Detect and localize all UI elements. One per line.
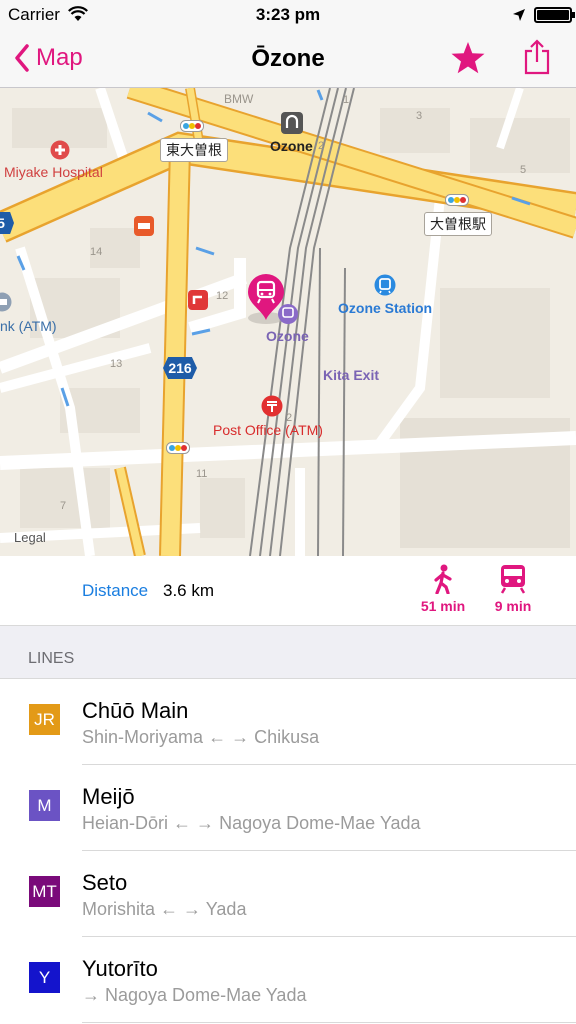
walking-person-icon [434, 564, 452, 594]
clock: 3:23 pm [255, 5, 321, 24]
traffic-light-icon [180, 120, 204, 132]
location-arrow-icon [512, 7, 526, 27]
line-name: Meijō [82, 784, 135, 809]
ozone-station-label: Ozone Station [338, 300, 433, 316]
block-number: 1 [343, 94, 350, 106]
ozone-station-pin-label: Ozone [266, 328, 309, 344]
direction-arrows: ← → [173, 813, 215, 833]
post-office-icon [261, 395, 283, 417]
distance-label: Distance [82, 581, 149, 600]
direction-arrows: → [82, 985, 100, 1005]
line-name: Seto [82, 870, 128, 895]
battery-icon [534, 7, 575, 23]
block-number: 5 [520, 164, 527, 176]
navigation-bar: Map Ōzone [0, 30, 576, 88]
legal-link[interactable]: Legal [14, 530, 46, 545]
status-bar: Carrier 3:23 pm [0, 0, 576, 30]
line-item-meijo[interactable]: M Meijō Heian-Dōri ← → Nagoya Dome-Mae Y… [0, 765, 576, 851]
train-station-icon [374, 274, 396, 296]
subway-entrance-icon [281, 112, 303, 134]
share-icon [524, 39, 550, 75]
atm-icon [0, 292, 12, 312]
block-number: 11 [196, 468, 208, 480]
travel-info-row: Distance 3.6 km 51 min 9 min [0, 556, 576, 626]
line-badge: M [29, 790, 60, 821]
block-number: 12 [216, 290, 229, 302]
walk-time: 51 min [420, 598, 466, 614]
back-label: Map [36, 44, 83, 71]
direction-arrows: ← → [160, 899, 202, 919]
line-from: Shin-Moriyama [82, 727, 204, 747]
favorite-button[interactable] [450, 41, 486, 80]
line-stations: Heian-Dōri ← → Nagoya Dome-Mae Yada [82, 813, 421, 834]
intersection-label-higashi-ozone: 東大曽根 [160, 138, 228, 162]
line-item-seto[interactable]: MT Seto Morishita ← → Yada [0, 851, 576, 937]
section-title: LINES [28, 650, 75, 667]
lines-section-header: LINES [0, 626, 576, 679]
line-badge: Y [29, 962, 60, 993]
line-stations: Shin-Moriyama ← → Chikusa [82, 727, 319, 748]
line-name: Chūō Main [82, 698, 189, 723]
lines-list: JR Chūō Main Shin-Moriyama ← → Chikusa M… [0, 679, 576, 1023]
distance-value: 3.6 km [163, 581, 215, 600]
line-name: Yutorīto [82, 956, 158, 981]
route-216-shield: 216 [163, 357, 197, 379]
bmw-label: BMW [224, 92, 254, 106]
line-to: Nagoya Dome-Mae Yada [105, 985, 307, 1005]
line-to: Nagoya Dome-Mae Yada [219, 813, 421, 833]
traffic-light-icon [166, 442, 190, 454]
page-title: Ōzone [251, 45, 325, 72]
line-stations: → Nagoya Dome-Mae Yada [82, 985, 306, 1006]
line-item-chuo-main[interactable]: JR Chūō Main Shin-Moriyama ← → Chikusa [0, 679, 576, 765]
block-number: 3 [416, 110, 423, 122]
hospital-label: Miyake Hospital [4, 164, 103, 180]
line-badge: MT [29, 876, 60, 907]
line-badge: JR [29, 704, 60, 735]
back-button[interactable]: Map [14, 44, 83, 72]
traffic-light-icon [445, 194, 469, 206]
kita-exit-label: Kita Exit [323, 367, 380, 383]
chevron-left-icon [15, 44, 29, 72]
block-number: 13 [110, 358, 123, 370]
line-from: Morishita [82, 899, 156, 919]
block-number: 7 [60, 500, 67, 512]
train-pin-icon [248, 274, 298, 324]
line-from: Heian-Dōri [82, 813, 169, 833]
post-office-label: Post Office (ATM) [213, 422, 323, 438]
store-icon [188, 290, 208, 310]
train-directions-button[interactable]: 9 min [483, 564, 543, 614]
intersection-label-ozone-eki: 大曽根駅 [424, 212, 492, 236]
train-time: 9 min [494, 598, 532, 614]
direction-arrows: ← → [208, 727, 250, 747]
ozone-top-label: Ozone [270, 138, 313, 154]
train-icon [500, 565, 526, 594]
convenience-store-icon [134, 216, 154, 236]
line-to: Yada [205, 899, 247, 919]
block-number: 14 [90, 246, 103, 258]
block-number: 2 [318, 140, 325, 152]
line-stations: Morishita ← → Yada [82, 899, 246, 920]
share-button[interactable] [522, 39, 552, 80]
map-view[interactable]: 1 2 3 5 14 12 13 2 11 7 BMW 東大曽根 大曽根駅 Oz… [0, 88, 576, 556]
line-item-yutorito[interactable]: Y Yutorīto → Nagoya Dome-Mae Yada [0, 937, 576, 1023]
walk-directions-button[interactable]: 51 min [413, 564, 473, 614]
line-to: Chikusa [254, 727, 320, 747]
star-icon [451, 42, 485, 74]
atm-label: nk (ATM) [0, 318, 57, 334]
hospital-icon [50, 140, 70, 160]
